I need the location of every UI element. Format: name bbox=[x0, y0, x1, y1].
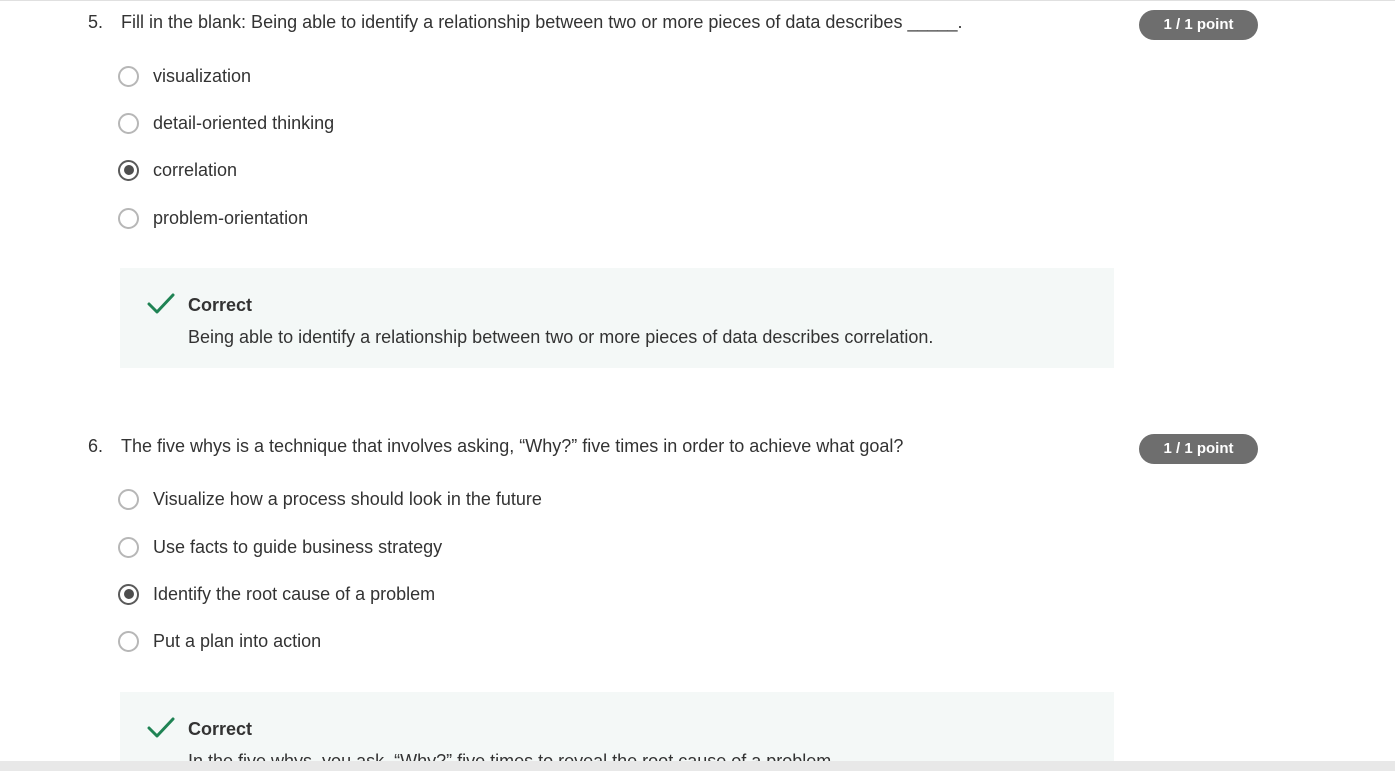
radio-button-selected[interactable] bbox=[118, 159, 139, 181]
radio-button[interactable] bbox=[118, 630, 139, 652]
feedback-panel: Correct Being able to identify a relatio… bbox=[120, 268, 1114, 368]
option-label: problem-orientation bbox=[153, 207, 309, 228]
question-text: Fill in the blank: Being able to identif… bbox=[121, 12, 963, 32]
option-correlation[interactable]: correlation bbox=[118, 157, 237, 183]
radio-button-selected[interactable] bbox=[118, 583, 139, 605]
option-label: correlation bbox=[153, 159, 238, 180]
radio-button[interactable] bbox=[118, 536, 139, 558]
option-label: Visualize how a process should look in t… bbox=[153, 488, 542, 509]
checkmark-icon bbox=[147, 717, 175, 738]
option-problem-orientation[interactable]: problem-orientation bbox=[118, 205, 308, 231]
feedback-explanation: Being able to identify a relationship be… bbox=[188, 327, 934, 347]
question-number: 5. bbox=[88, 12, 104, 32]
option-visualization[interactable]: visualization bbox=[118, 63, 251, 89]
option-put-plan-into-action[interactable]: Put a plan into action bbox=[118, 628, 321, 654]
radio-button[interactable] bbox=[118, 112, 139, 134]
option-identify-root-cause[interactable]: Identify the root cause of a problem bbox=[118, 581, 435, 607]
question-number: 6. bbox=[88, 436, 104, 456]
horizontal-scrollbar[interactable] bbox=[0, 761, 1395, 771]
checkmark-icon bbox=[147, 293, 175, 314]
radio-button[interactable] bbox=[118, 65, 139, 87]
option-label: detail-oriented thinking bbox=[153, 112, 335, 133]
option-use-facts[interactable]: Use facts to guide business strategy bbox=[118, 534, 442, 560]
radio-button[interactable] bbox=[118, 488, 139, 510]
points-badge: 1 / 1 point bbox=[1139, 10, 1258, 40]
feedback-panel: Correct In the five whys, you ask, “Why?… bbox=[120, 692, 1114, 771]
option-label: Use facts to guide business strategy bbox=[153, 536, 443, 557]
radio-button[interactable] bbox=[118, 207, 139, 229]
feedback-status: Correct bbox=[188, 295, 253, 315]
option-label: Identify the root cause of a problem bbox=[153, 583, 436, 604]
points-badge: 1 / 1 point bbox=[1139, 434, 1258, 464]
quiz-results-page: 5. Fill in the blank: Being able to iden… bbox=[0, 0, 1395, 771]
option-label: visualization bbox=[153, 65, 252, 86]
option-label: Put a plan into action bbox=[153, 630, 322, 651]
option-visualize-process[interactable]: Visualize how a process should look in t… bbox=[118, 486, 542, 512]
option-detail-oriented-thinking[interactable]: detail-oriented thinking bbox=[118, 110, 334, 136]
question-text: The five whys is a technique that involv… bbox=[121, 436, 904, 456]
feedback-status: Correct bbox=[188, 719, 253, 739]
